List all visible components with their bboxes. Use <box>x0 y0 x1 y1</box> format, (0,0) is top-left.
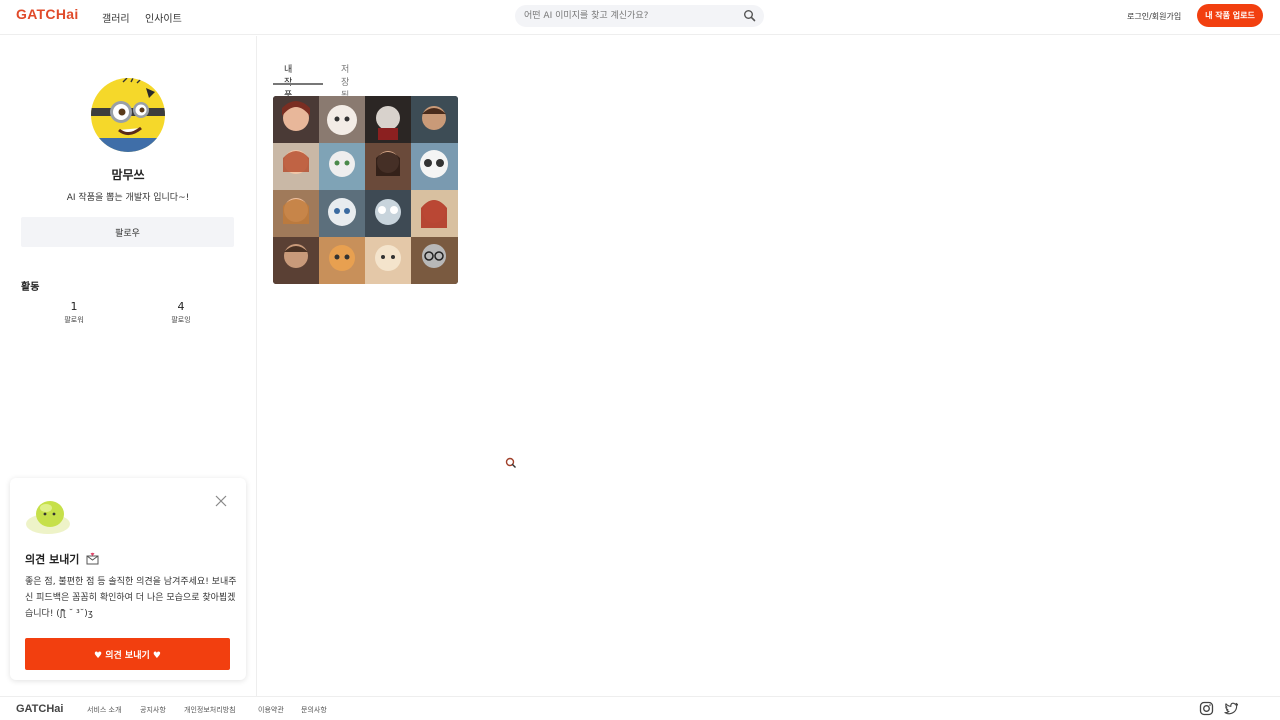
feedback-title-text: 의견 보내기 <box>25 553 80 566</box>
artwork-image <box>273 96 458 284</box>
mail-icon <box>86 552 99 565</box>
footer-link-notice[interactable]: 공지사항 <box>140 705 166 715</box>
send-feedback-button[interactable]: ♥ 의견 보내기 ♥ <box>25 638 230 670</box>
following-label: 팔로잉 <box>171 316 191 324</box>
followers-count: 1 <box>70 300 78 313</box>
search-input[interactable] <box>524 8 739 24</box>
cursor-icon <box>505 457 516 468</box>
site-logo[interactable]: GATCHai <box>16 6 79 22</box>
following-count: 4 <box>177 300 185 313</box>
footer-link-terms[interactable]: 이용약관 <box>258 705 284 715</box>
instagram-icon[interactable] <box>1199 701 1214 716</box>
avatar <box>91 78 165 152</box>
site-footer: GATCHai 서비스 소개 공지사항 개인정보처리방침 이용약관 문의사항 <box>0 696 1280 720</box>
follow-button[interactable]: 팔로우 <box>21 217 234 247</box>
search-bar <box>515 5 764 27</box>
feedback-card: 의견 보내기 좋은 점, 불편한 점 등 솔직한 의견을 남겨주세요! 보내주신… <box>10 478 246 680</box>
nav-gallery-link[interactable]: 갤러리 <box>102 10 130 25</box>
artwork-thumbnail[interactable] <box>273 96 458 284</box>
close-icon[interactable] <box>215 495 227 507</box>
following-stat[interactable]: 4 팔로잉 <box>141 300 221 325</box>
twitter-icon[interactable] <box>1224 701 1239 716</box>
search-icon[interactable] <box>743 9 756 22</box>
active-tab-indicator <box>273 83 323 85</box>
footer-link-privacy[interactable]: 개인정보처리방침 <box>184 705 236 715</box>
feedback-title: 의견 보내기 <box>25 551 99 567</box>
feedback-mascot-icon <box>26 501 70 534</box>
nav-insight-link[interactable]: 인사이트 <box>145 10 182 25</box>
footer-link-contact[interactable]: 문의사항 <box>301 705 327 715</box>
profile-name: 맘무쓰 <box>111 168 145 182</box>
footer-link-about[interactable]: 서비스 소개 <box>87 705 121 715</box>
login-signup-link[interactable]: 로그인/회원가입 <box>1127 11 1181 22</box>
minion-avatar-image <box>91 78 165 152</box>
followers-stat[interactable]: 1 팔로워 <box>34 300 114 325</box>
followers-label: 팔로워 <box>64 316 84 324</box>
footer-logo[interactable]: GATCHai <box>16 703 63 715</box>
top-header: GATCHai 갤러리 인사이트 로그인/회원가입 내 작품 업로드 <box>0 0 1280 35</box>
feedback-description: 좋은 점, 불편한 점 등 솔직한 의견을 남겨주세요! 보내주신 피드백은 꼼… <box>25 577 237 619</box>
activity-heading: 활동 <box>21 282 40 293</box>
profile-bio: AI 작품을 뽑는 개발자 입니다~! <box>66 193 190 203</box>
upload-artwork-button[interactable]: 내 작품 업로드 <box>1197 4 1263 27</box>
